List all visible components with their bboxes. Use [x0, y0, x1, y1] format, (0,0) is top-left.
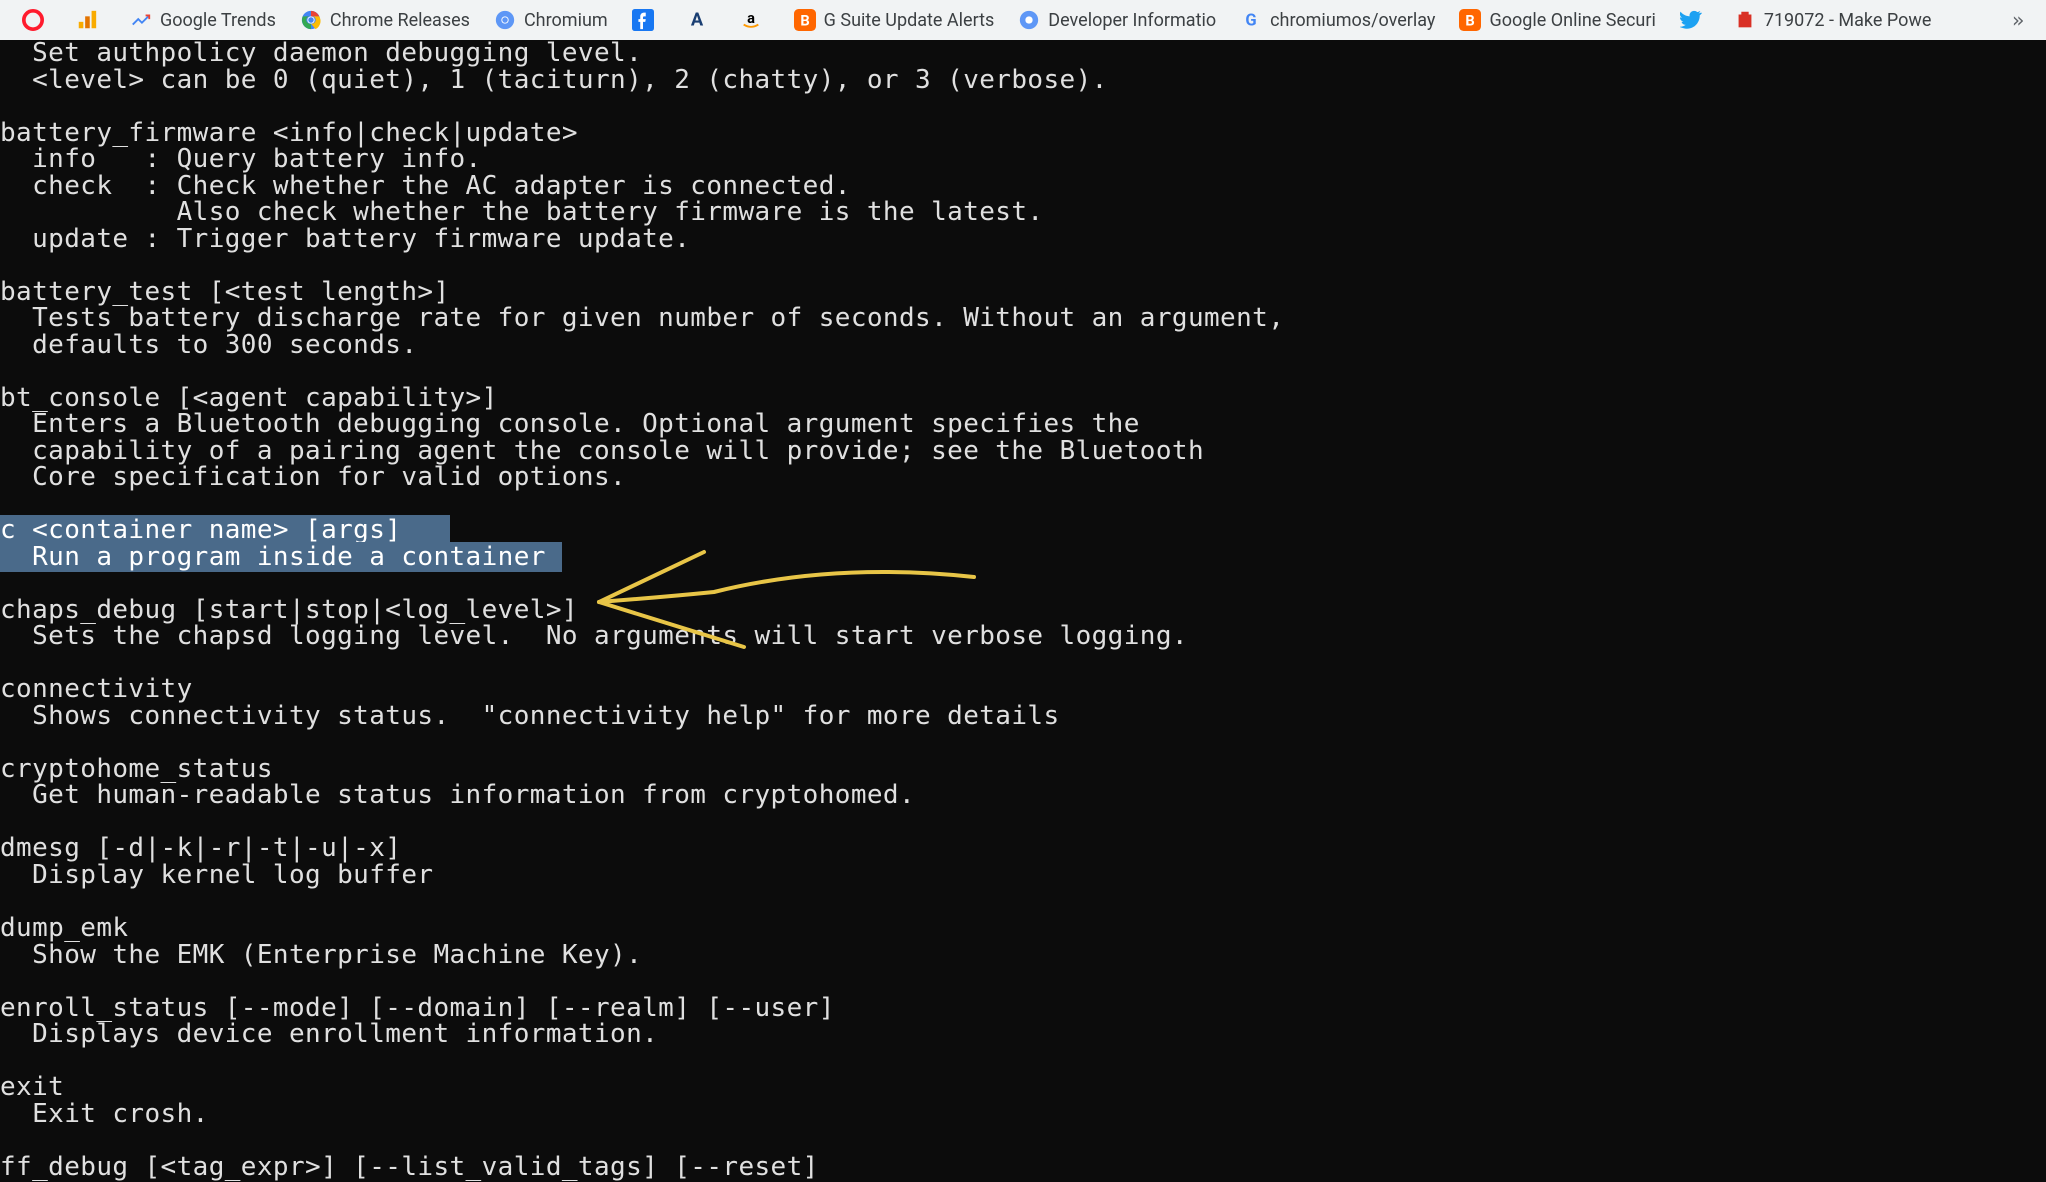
bookmark-trends[interactable]: Google Trends [118, 3, 288, 37]
trends-icon [130, 9, 152, 31]
bookmark-label: 719072 - Make Powe [1764, 10, 1932, 31]
bookmark-a[interactable]: A [674, 3, 728, 37]
bookmarks-bar: Google Trends Chrome Releases Chromium A… [0, 0, 2046, 40]
chromium-icon [494, 9, 516, 31]
bookmark-security[interactable]: B Google Online Securi [1447, 3, 1667, 37]
svg-text:B: B [800, 12, 809, 30]
bookmark-overflow[interactable]: » [2000, 2, 2036, 38]
bookmark-facebook[interactable] [620, 3, 674, 37]
chromium-icon [1018, 9, 1040, 31]
bookmark-twitter[interactable] [1668, 3, 1722, 37]
arrow-annotation [520, 520, 984, 699]
analytics-icon [76, 9, 98, 31]
bookmark-chromium[interactable]: Chromium [482, 3, 620, 37]
svg-text:B: B [1466, 12, 1475, 30]
bookmark-bug[interactable]: 719072 - Make Powe [1722, 3, 1944, 37]
bug-icon [1734, 9, 1756, 31]
terminal-output[interactable]: Set authpolicy daemon debugging level. <… [0, 40, 2046, 1182]
bookmark-chrome-releases[interactable]: Chrome Releases [288, 3, 482, 37]
bookmark-opera[interactable] [10, 3, 64, 37]
chrome-icon [300, 9, 322, 31]
svg-text:a: a [747, 9, 755, 27]
bookmark-analytics[interactable] [64, 3, 118, 37]
terminal-text-after: chaps_debug [start|stop|<log_level>] Set… [0, 595, 1188, 1182]
opera-icon [22, 9, 44, 31]
a-icon: A [686, 9, 708, 31]
bookmark-label: G Suite Update Alerts [824, 10, 995, 31]
bookmark-developer[interactable]: Developer Informatio [1006, 3, 1228, 37]
bookmark-label: Chrome Releases [330, 10, 470, 31]
bookmark-label: Google Trends [160, 10, 276, 31]
bookmark-amazon[interactable]: a [728, 3, 782, 37]
bookmark-chromiumos[interactable]: G chromiumos/overlay [1228, 3, 1447, 37]
twitter-icon [1680, 9, 1702, 31]
facebook-icon [632, 9, 654, 31]
svg-text:G: G [1246, 12, 1257, 31]
highlighted-line-2: Run a program inside a container [0, 542, 562, 572]
terminal-text-before: Set authpolicy daemon debugging level. <… [0, 40, 1284, 492]
bookmark-label: Google Online Securi [1489, 10, 1655, 31]
blogger-icon: B [794, 9, 816, 31]
blogger-icon: B [1459, 9, 1481, 31]
bookmark-label: Developer Informatio [1048, 10, 1216, 31]
overflow-glyph: » [2012, 8, 2024, 32]
google-icon: G [1240, 9, 1262, 31]
amazon-icon: a [740, 9, 762, 31]
bookmark-label: Chromium [524, 10, 608, 31]
svg-text:A: A [691, 10, 704, 31]
bookmark-gsuite[interactable]: B G Suite Update Alerts [782, 3, 1007, 37]
highlighted-line-1: c <container name> [args] [0, 515, 450, 545]
bookmark-label: chromiumos/overlay [1270, 10, 1435, 31]
